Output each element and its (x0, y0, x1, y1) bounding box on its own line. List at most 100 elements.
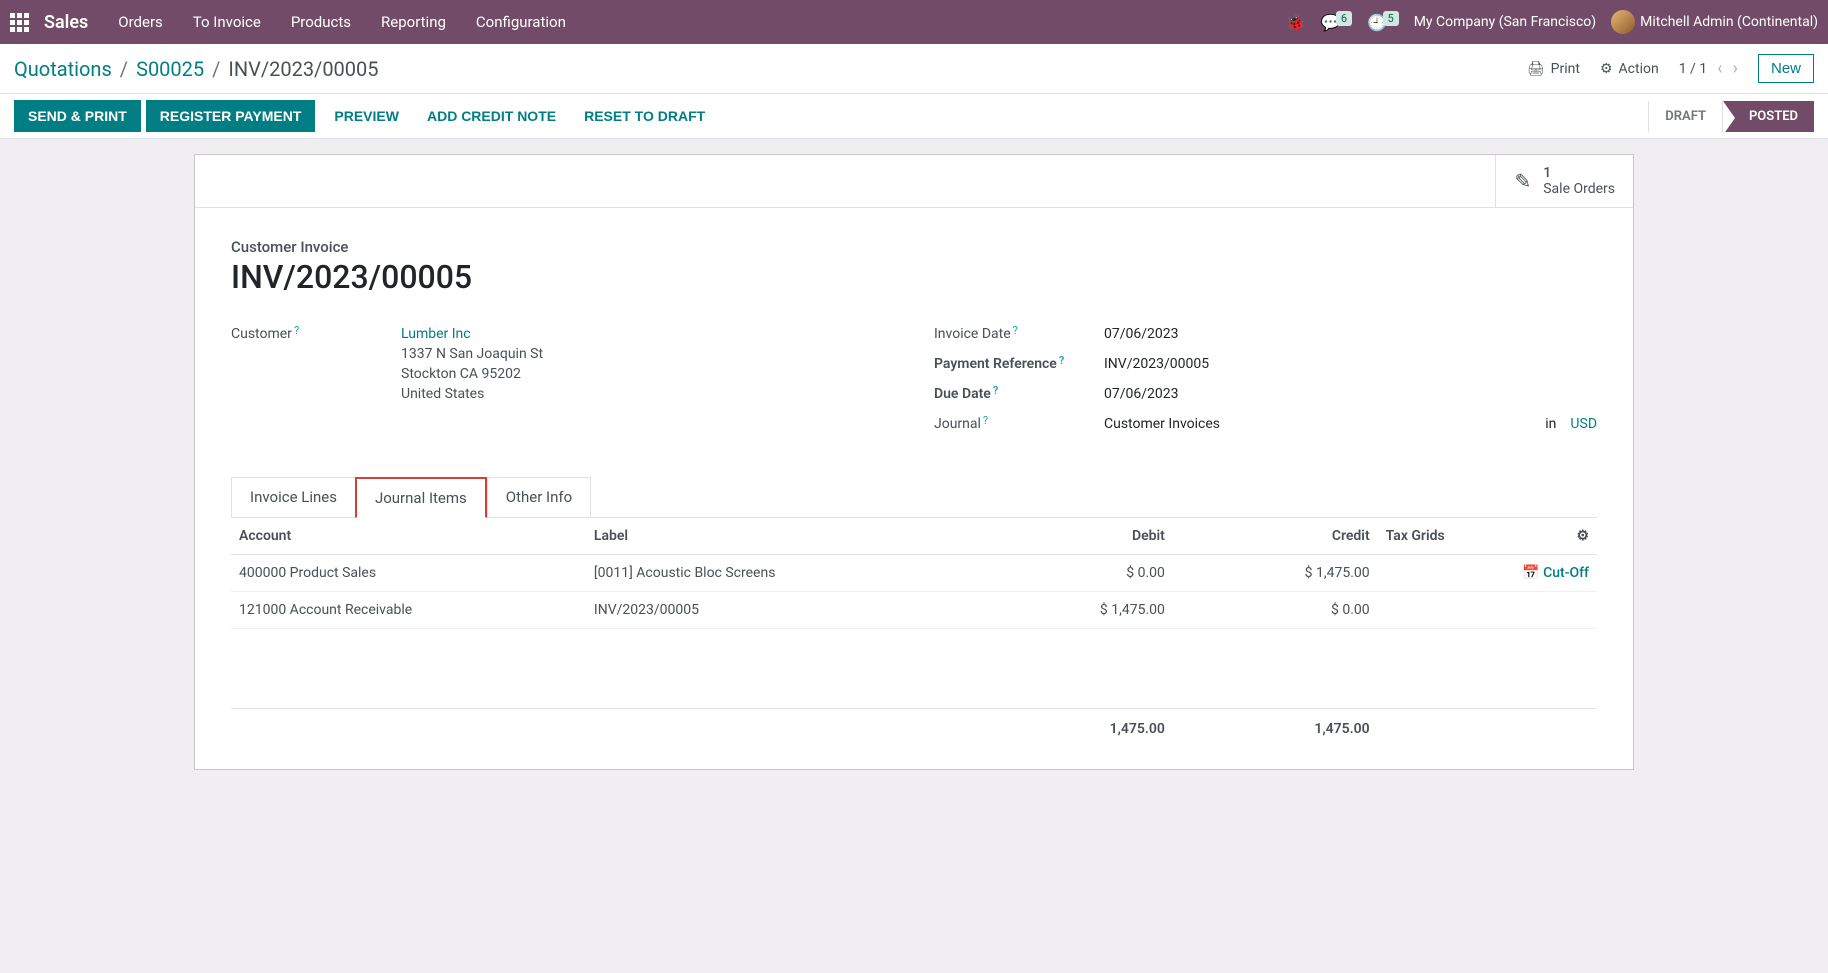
th-settings: ⚙ (1514, 518, 1597, 555)
customer-addr2: Stockton CA 95202 (401, 366, 894, 382)
due-date-label-text: Due Date (934, 386, 991, 402)
customer-value: Lumber Inc 1337 N San Joaquin St Stockto… (401, 326, 894, 402)
stat-label: Sale Orders (1543, 181, 1615, 197)
th-account[interactable]: Account (231, 518, 586, 555)
pencil-icon: ✎ (1514, 169, 1531, 193)
invoice-date-label: Invoice Date ? (934, 326, 1104, 342)
total-debit: 1,475.00 (968, 709, 1173, 750)
help-icon[interactable]: ? (1059, 354, 1064, 367)
th-debit[interactable]: Debit (968, 518, 1173, 555)
cell-account: 121000 Account Receivable (231, 592, 586, 629)
nav-products[interactable]: Products (291, 13, 351, 31)
print-button[interactable]: 🖨 Print (1527, 61, 1580, 77)
register-payment-button[interactable]: REGISTER PAYMENT (146, 100, 316, 132)
total-credit: 1,475.00 (1173, 709, 1378, 750)
messages-badge: 6 (1336, 11, 1352, 26)
table-row[interactable]: 400000 Product Sales [0011] Acoustic Blo… (231, 555, 1597, 592)
doc-type: Customer Invoice (231, 238, 1597, 256)
customer-label-text: Customer (231, 326, 292, 342)
nav-configuration[interactable]: Configuration (476, 13, 566, 31)
top-navbar: Sales Orders To Invoice Products Reporti… (0, 0, 1828, 44)
cell-debit: $ 0.00 (968, 555, 1173, 592)
pager-text: 1 / 1 (1679, 61, 1707, 77)
nav-to-invoice[interactable]: To Invoice (193, 13, 261, 31)
th-credit[interactable]: Credit (1173, 518, 1378, 555)
secondary-bar: Quotations / S00025 / INV/2023/00005 🖨 P… (0, 44, 1828, 94)
activities-badge: 5 (1383, 11, 1399, 26)
th-taxgrids[interactable]: Tax Grids (1378, 518, 1515, 555)
tab-journal-items[interactable]: Journal Items (355, 477, 487, 518)
apps-icon[interactable] (10, 13, 29, 32)
nav-reporting[interactable]: Reporting (381, 13, 446, 31)
send-print-button[interactable]: SEND & PRINT (14, 100, 141, 132)
settings-icon[interactable]: ⚙ (1576, 528, 1589, 544)
tab-invoice-lines[interactable]: Invoice Lines (231, 477, 355, 518)
payment-ref-label-text: Payment Reference (934, 356, 1057, 372)
journal-currency[interactable]: USD (1570, 416, 1597, 432)
app-brand[interactable]: Sales (44, 12, 88, 33)
journal-items-table: Account Label Debit Credit Tax Grids ⚙ (231, 518, 1597, 749)
pager: 1 / 1 ‹ › (1679, 58, 1738, 79)
payment-ref-label: Payment Reference ? (934, 356, 1104, 372)
company-switcher[interactable]: My Company (San Francisco) (1414, 14, 1596, 30)
invoice-date-value: 07/06/2023 (1104, 326, 1597, 342)
print-label: Print (1551, 61, 1580, 77)
stat-count: 1 (1543, 165, 1615, 181)
due-date-label: Due Date ? (934, 386, 1104, 402)
th-label[interactable]: Label (586, 518, 968, 555)
debug-icon[interactable]: 🐞 (1286, 13, 1306, 32)
due-date-value: 07/06/2023 (1104, 386, 1597, 402)
cutoff-label: Cut-Off (1543, 565, 1589, 581)
customer-addr1: 1337 N San Joaquin St (401, 346, 894, 362)
cell-taxgrids (1378, 555, 1515, 592)
cell-label: [0011] Acoustic Bloc Screens (586, 555, 968, 592)
pager-next-icon[interactable]: › (1733, 58, 1738, 79)
action-button[interactable]: ⚙ Action (1600, 61, 1659, 77)
action-bar: SEND & PRINT REGISTER PAYMENT PREVIEW AD… (0, 94, 1828, 139)
invoice-date-label-text: Invoice Date (934, 326, 1011, 342)
journal-label: Journal ? (934, 416, 1104, 432)
add-credit-note-button[interactable]: ADD CREDIT NOTE (413, 100, 570, 132)
gear-icon: ⚙ (1600, 61, 1613, 77)
journal-name: Customer Invoices (1104, 416, 1220, 432)
doc-title: INV/2023/00005 (231, 258, 1597, 296)
cell-credit: $ 1,475.00 (1173, 555, 1378, 592)
breadcrumb: Quotations / S00025 / INV/2023/00005 (14, 57, 379, 81)
status-draft[interactable]: DRAFT (1648, 101, 1722, 132)
new-button[interactable]: New (1758, 54, 1814, 83)
nav-menu: Orders To Invoice Products Reporting Con… (118, 13, 566, 31)
secondary-right: 🖨 Print ⚙ Action 1 / 1 ‹ › New (1527, 54, 1814, 83)
journal-label-text: Journal (934, 416, 981, 432)
tabs: Invoice Lines Journal Items Other Info (231, 476, 1597, 518)
customer-label: Customer ? (231, 326, 401, 342)
status-posted[interactable]: POSTED (1722, 101, 1814, 132)
help-icon[interactable]: ? (1013, 324, 1018, 337)
sale-orders-stat-button[interactable]: ✎ 1 Sale Orders (1495, 155, 1633, 207)
cutoff-button[interactable]: 📅 Cut-Off (1522, 565, 1589, 581)
breadcrumb-quotations[interactable]: Quotations (14, 57, 112, 81)
user-menu[interactable]: Mitchell Admin (Continental) (1611, 10, 1818, 34)
print-icon: 🖨 (1527, 61, 1545, 77)
preview-button[interactable]: PREVIEW (320, 100, 413, 132)
avatar (1611, 10, 1635, 34)
help-icon[interactable]: ? (993, 384, 998, 397)
breadcrumb-current: INV/2023/00005 (228, 57, 378, 81)
cell-account: 400000 Product Sales (231, 555, 586, 592)
form-sheet: ✎ 1 Sale Orders Customer Invoice INV/202… (194, 154, 1634, 770)
breadcrumb-order[interactable]: S00025 (136, 57, 204, 81)
help-icon[interactable]: ? (983, 414, 988, 427)
nav-right: 🐞 💬 6 🕘 5 My Company (San Francisco) Mit… (1286, 10, 1818, 34)
cell-debit: $ 1,475.00 (968, 592, 1173, 629)
help-icon[interactable]: ? (294, 324, 299, 337)
breadcrumb-sep: / (120, 57, 128, 81)
pager-prev-icon[interactable]: ‹ (1717, 58, 1722, 79)
table-row[interactable]: 121000 Account Receivable INV/2023/00005… (231, 592, 1597, 629)
tab-other-info[interactable]: Other Info (487, 477, 591, 518)
cell-label: INV/2023/00005 (586, 592, 968, 629)
reset-to-draft-button[interactable]: RESET TO DRAFT (570, 100, 719, 132)
button-box: ✎ 1 Sale Orders (195, 155, 1633, 208)
customer-addr3: United States (401, 386, 894, 402)
nav-orders[interactable]: Orders (118, 13, 163, 31)
customer-link[interactable]: Lumber Inc (401, 326, 471, 342)
user-name: Mitchell Admin (Continental) (1640, 14, 1818, 30)
